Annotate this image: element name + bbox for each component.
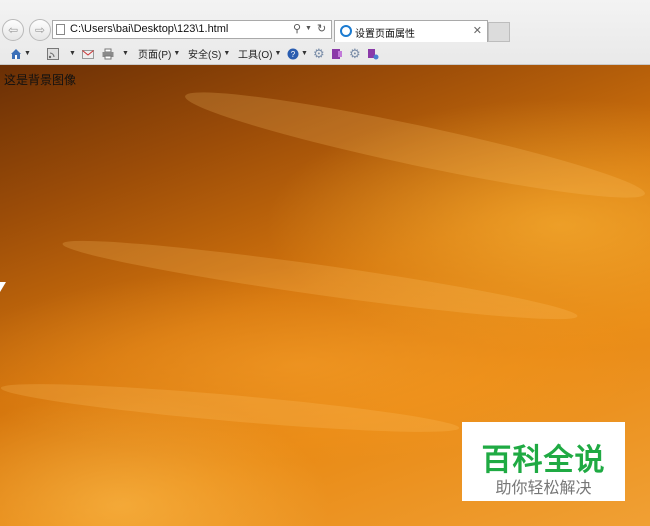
page-icon [56,24,65,35]
browser-chrome: ⇦ ⇨ C:\Users\bai\Desktop\123\1.html ⚲ ▼ … [0,0,650,65]
tools-menu[interactable]: 工具(O) ▼ [238,46,281,61]
print-button[interactable]: ▼ [102,46,129,61]
page-menu-caret-icon: ▼ [173,50,181,57]
gear-icon: ⚙ [349,45,361,61]
safety-menu[interactable]: 安全(S) ▼ [188,46,230,61]
address-bar[interactable]: C:\Users\bai\Desktop\123\1.html ⚲ ▼ ↻ [52,20,332,39]
onenote-linked-button[interactable] [367,46,379,61]
forward-button[interactable]: ⇨ [29,19,51,41]
ie-logo-icon [340,25,352,37]
browser-tab[interactable]: 设置页面属性 ✕ [334,20,488,42]
mouse-cursor-icon [0,282,6,292]
command-bar: ▼ ▼ ▼ 页面(P) ▼ 安全(S) ▼ 工具(O) ▼ ? ▼ ⚙ ⚙ [0,44,650,64]
home-caret-icon[interactable]: ▼ [24,50,31,57]
home-button[interactable]: ▼ [10,46,31,61]
help-button[interactable]: ? ▼ [287,46,308,61]
dropdown-icon[interactable]: ▼ [305,25,312,32]
safety-menu-caret-icon: ▼ [223,50,231,57]
settings-button[interactable]: ⚙ [313,46,325,61]
background-text: 这是背景图像 [4,73,77,87]
gear-icon: ⚙ [313,45,325,61]
page-menu[interactable]: 页面(P) ▼ [138,46,180,61]
arrow-right-icon: ⇨ [34,23,46,37]
tab-title: 设置页面属性 [355,29,415,40]
refresh-icon[interactable]: ↻ [317,22,326,35]
navigation-bar: ⇦ ⇨ C:\Users\bai\Desktop\123\1.html ⚲ ▼ … [0,18,650,42]
cloud-streak [0,375,461,441]
onenote-linked-icon [368,48,379,59]
cloud-streak [60,228,580,332]
watermark-title: 百科全说 [481,444,606,477]
search-icon[interactable]: ⚲ [293,22,301,35]
mail-button[interactable] [82,46,94,61]
new-tab-button[interactable] [488,22,510,42]
watermark: 百科全说 助你轻松解决 [462,422,625,501]
onenote-icon [332,48,342,59]
mail-icon [82,49,94,59]
rss-icon [47,47,59,60]
address-url: C:\Users\bai\Desktop\123\1.html [70,23,229,35]
cloud-streak [180,76,650,214]
page-menu-label: 页面(P) [138,50,172,61]
close-tab-icon[interactable]: ✕ [473,24,482,37]
help-caret-icon: ▼ [301,50,308,57]
safety-menu-label: 安全(S) [188,50,222,61]
page-content: 这是背景图像 百科全说 助你轻松解决 [0,65,650,526]
feeds-caret-icon[interactable]: ▼ [69,50,76,57]
tools-menu-label: 工具(O) [238,50,273,61]
tools-menu-caret-icon: ▼ [274,50,282,57]
onenote-button[interactable] [331,46,343,61]
arrow-left-icon: ⇦ [7,23,19,37]
feeds-button[interactable]: ▼ [47,46,76,61]
watermark-subtitle: 助你轻松解决 [495,480,592,497]
home-icon [11,48,21,59]
print-caret-icon[interactable]: ▼ [122,50,129,57]
svg-text:?: ? [291,50,296,59]
help-icon: ? [287,48,299,59]
back-button[interactable]: ⇦ [2,19,24,41]
printer-icon [102,48,114,59]
extension-gear-button[interactable]: ⚙ [349,46,361,61]
